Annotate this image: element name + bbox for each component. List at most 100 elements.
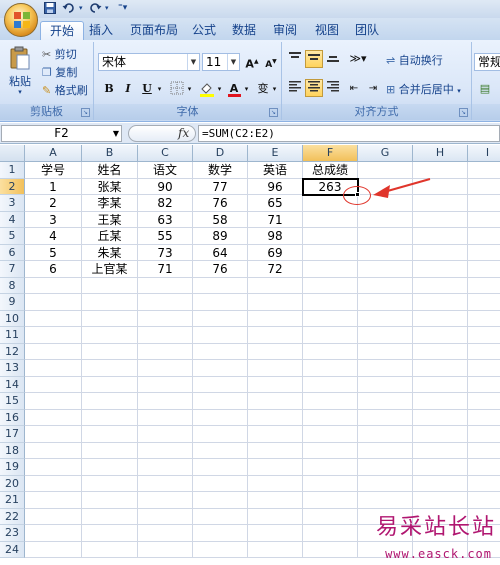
tab-page-layout[interactable]: 页面布局	[121, 21, 187, 40]
decrease-indent-button[interactable]: ⇤	[345, 79, 363, 97]
wrap-text-icon: ⇌	[386, 54, 396, 67]
alignment-group: ≫▾ ⇌ 自动换行 ⇤ ⇥ ⊞ 合并后居中 ▾ 对齐方式 ↘	[282, 42, 472, 120]
currency-button[interactable]: ▤	[476, 80, 494, 98]
font-name-select[interactable]: 宋体 ▼	[98, 53, 200, 71]
wrap-text-button[interactable]: ⇌ 自动换行	[386, 52, 443, 68]
office-logo-icon	[14, 12, 30, 28]
grow-font-button[interactable]: A▲	[243, 53, 261, 71]
align-right-button[interactable]	[324, 79, 342, 97]
merge-dropdown-icon[interactable]: ▾	[457, 87, 461, 95]
redo-dropdown-icon[interactable]: ▾	[105, 4, 109, 18]
align-top-icon	[289, 52, 301, 58]
align-center-button[interactable]	[305, 79, 323, 97]
watermark: 易采站长站 www.easck.com	[360, 505, 500, 565]
insert-function-button[interactable]: fx	[178, 126, 189, 140]
customize-icon[interactable]: ⁼▾	[118, 3, 127, 17]
undo-dropdown-icon[interactable]: ▾	[79, 4, 83, 18]
font-size-value: 11	[206, 55, 222, 69]
merge-cells-icon: ⊞	[386, 83, 396, 96]
cut-label: 剪切	[54, 48, 77, 61]
annotation-arrow-shaft	[383, 178, 431, 193]
chevron-down-icon[interactable]: ▼	[113, 126, 119, 141]
tab-home[interactable]: 开始	[40, 21, 85, 40]
increase-indent-icon: ⇥	[368, 83, 378, 94]
tab-formulas[interactable]: 公式	[183, 21, 225, 40]
font-group-label: 字体	[94, 104, 281, 120]
redo-icon[interactable]	[88, 2, 102, 16]
align-left-icon	[289, 81, 301, 92]
align-top-button[interactable]	[286, 50, 304, 68]
office-button[interactable]	[4, 3, 38, 37]
grow-font-label: A	[245, 57, 254, 71]
watermark-url: www.easck.com	[385, 547, 492, 561]
underline-dropdown-icon[interactable]: ▾	[155, 80, 164, 98]
name-box[interactable]: F2 ▼	[1, 125, 122, 142]
align-right-icon	[327, 81, 339, 92]
name-box-value: F2	[54, 126, 69, 140]
orientation-button[interactable]: ≫▾	[345, 50, 371, 68]
bold-button[interactable]: B	[100, 80, 118, 98]
save-icon[interactable]	[44, 2, 56, 16]
border-icon	[170, 81, 184, 95]
underline-button[interactable]: U	[138, 80, 156, 98]
copy-icon: ❐	[42, 66, 52, 79]
italic-button[interactable]: I	[119, 80, 137, 98]
title-bar: ▾ ▾ ⁼▾	[0, 0, 500, 18]
font-color-dropdown-icon[interactable]: ▾	[242, 80, 251, 98]
align-center-icon	[308, 81, 320, 92]
borders-button[interactable]	[168, 80, 186, 98]
paste-button[interactable]: 粘贴 ▾	[6, 46, 34, 102]
merge-center-button[interactable]: ⊞ 合并后居中 ▾	[386, 81, 461, 97]
format-painter-label: 格式刷	[54, 84, 88, 97]
paste-icon	[10, 46, 30, 70]
annotation-arrow-head	[373, 185, 390, 198]
watermark-title: 易采站长站	[375, 515, 496, 540]
fill-color-dropdown-icon[interactable]: ▾	[215, 80, 224, 98]
align-middle-button[interactable]	[305, 50, 323, 68]
tab-insert[interactable]: 插入	[80, 21, 122, 40]
cut-button[interactable]: ✂ 剪切	[42, 46, 77, 62]
wrap-text-label: 自动换行	[398, 54, 443, 67]
font-launcher-icon[interactable]: ↘	[269, 108, 278, 117]
ribbon-tabs: 开始 插入 页面布局 公式 数据 审阅 视图 团队	[0, 18, 500, 40]
font-color-swatch	[228, 94, 241, 97]
align-left-button[interactable]	[286, 79, 304, 97]
format-painter-button[interactable]: ✎ 格式刷	[42, 82, 88, 98]
copy-button[interactable]: ❐ 复制	[42, 64, 77, 80]
undo-icon[interactable]	[62, 2, 76, 16]
align-bottom-button[interactable]	[324, 50, 342, 68]
copy-label: 复制	[55, 66, 78, 79]
tab-review[interactable]: 审阅	[264, 21, 306, 40]
fill-color-button[interactable]	[198, 80, 216, 98]
font-color-button[interactable]: A	[225, 80, 243, 98]
decrease-indent-icon: ⇤	[349, 83, 359, 94]
brush-icon: ✎	[42, 84, 52, 97]
scissors-icon: ✂	[42, 48, 52, 61]
tab-view[interactable]: 视图	[306, 21, 348, 40]
ribbon: 粘贴 ▾ ✂ 剪切 ❐ 复制 ✎ 格式刷 剪贴板 ↘ 宋体 ▼ 11 ▼ A▲ …	[0, 40, 500, 122]
tab-data[interactable]: 数据	[223, 21, 265, 40]
number-format-select[interactable]: 常规	[474, 53, 500, 71]
font-size-select[interactable]: 11 ▼	[202, 53, 240, 71]
alignment-launcher-icon[interactable]: ↘	[459, 108, 468, 117]
borders-dropdown-icon[interactable]: ▾	[185, 80, 194, 98]
phonetic-dropdown-icon[interactable]: ▾	[270, 80, 279, 98]
orientation-icon: ≫▾	[349, 52, 367, 65]
clipboard-group-label: 剪贴板	[0, 104, 93, 120]
font-name-value: 宋体	[102, 55, 127, 69]
number-format-value: 常规	[478, 55, 500, 69]
increase-indent-button[interactable]: ⇥	[364, 79, 382, 97]
number-group: 常规 ▤	[472, 42, 500, 120]
clipboard-launcher-icon[interactable]: ↘	[81, 108, 90, 117]
formula-input[interactable]: =SUM(C2:E2)	[198, 125, 500, 142]
tab-team[interactable]: 团队	[346, 21, 388, 40]
shrink-font-button[interactable]: A▼	[262, 53, 280, 71]
align-middle-icon	[308, 54, 320, 60]
paste-dropdown-icon[interactable]: ▾	[6, 89, 34, 96]
clipboard-group: 粘贴 ▾ ✂ 剪切 ❐ 复制 ✎ 格式刷 剪贴板 ↘	[0, 42, 94, 120]
chevron-down-icon: ▼	[227, 54, 239, 70]
paste-label: 粘贴	[9, 75, 31, 88]
worksheet-grid[interactable]: ABCDEFGHI 1 2 3 4 5 6 7 8 9 10 11 12 13 14 15 16 17 18 19 2…	[0, 145, 500, 565]
annotation-arrow	[373, 178, 431, 198]
alignment-group-label: 对齐方式	[282, 104, 471, 120]
